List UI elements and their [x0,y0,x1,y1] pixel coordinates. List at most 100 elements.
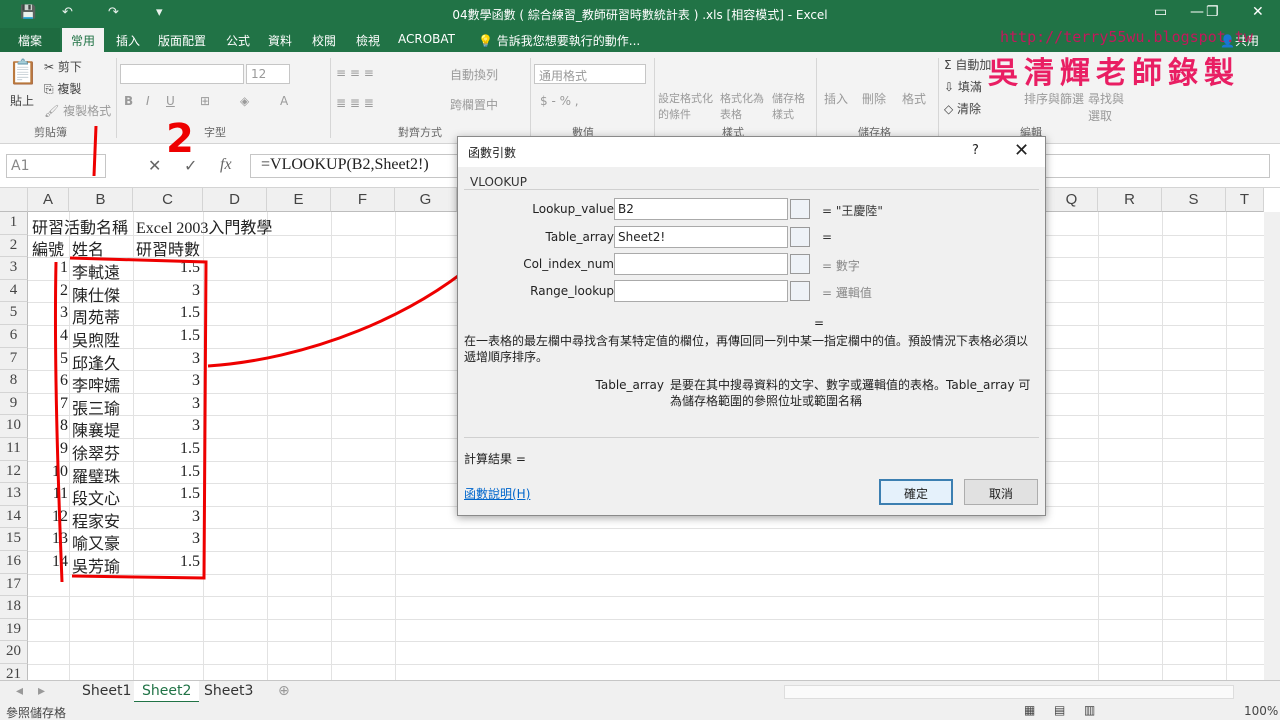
cell-hours[interactable]: 1.5 [133,304,200,322]
function-help-link[interactable]: 函數說明(H) [464,485,530,502]
tab-review[interactable]: 校閱 [312,32,336,49]
cancel-button[interactable]: 取消 [964,479,1038,505]
cell-name[interactable]: 吳芳瑜 [72,553,132,577]
cell-number[interactable]: 1 [28,259,68,277]
font-size-combo[interactable]: 12 [246,64,290,84]
column-header[interactable]: T [1226,188,1264,212]
cell-name[interactable]: 陳仕傑 [72,282,132,306]
cell-name[interactable]: 徐翠芬 [72,440,132,464]
italic-button[interactable]: I [146,94,150,108]
row-header[interactable]: 6 [0,325,28,348]
column-header[interactable]: A [28,188,69,212]
cell-hours[interactable]: 3 [133,530,200,548]
cell-number[interactable]: 12 [28,508,68,526]
range-lookup-input[interactable] [614,280,788,302]
format-cells-button[interactable]: 格式 [902,90,926,107]
column-header[interactable]: B [69,188,133,212]
insert-cells-button[interactable]: 插入 [824,90,848,107]
column-header[interactable]: E [267,188,331,212]
collapse-dialog-icon[interactable] [790,227,810,247]
cell-number[interactable]: 13 [28,530,68,548]
cell-hours[interactable]: 3 [133,282,200,300]
font-color-icon[interactable]: A [280,94,288,108]
column-header[interactable]: D [203,188,267,212]
copy-button[interactable]: ⎘ 複製 [44,80,81,97]
cell-number[interactable]: 2 [28,282,68,300]
cell-name[interactable]: 程家安 [72,508,132,532]
cell-hours[interactable]: 1.5 [133,259,200,277]
column-header[interactable]: Q [1046,188,1098,212]
wrap-text-button[interactable]: 自動換列 [450,66,498,83]
cell-styles-button[interactable]: 儲存格樣式 [772,90,812,122]
cell-number[interactable]: 8 [28,417,68,435]
cell-hours[interactable]: 1.5 [133,553,200,571]
cut-button[interactable]: ✂ 剪下 [44,58,82,75]
page-layout-view-icon[interactable]: ▤ [1054,703,1065,717]
underline-button[interactable]: U [166,94,175,108]
cell-name[interactable]: 段文心 [72,485,132,509]
cell-a2[interactable]: 編號 [32,236,64,260]
row-header[interactable]: 16 [0,551,28,574]
page-break-view-icon[interactable]: ▥ [1084,703,1095,717]
row-header[interactable]: 11 [0,438,28,461]
cell-name[interactable]: 喻又豪 [72,530,132,554]
border-icon[interactable]: ⊞ [200,94,210,108]
cell-number[interactable]: 3 [28,304,68,322]
row-header[interactable]: 20 [0,641,28,664]
cell-name[interactable]: 羅璧珠 [72,463,132,487]
row-header[interactable]: 2 [0,234,28,258]
help-icon[interactable]: ? [972,143,979,158]
column-header[interactable]: S [1162,188,1226,212]
cell-number[interactable]: 6 [28,372,68,390]
horizontal-scrollbar[interactable] [784,685,1234,699]
currency-percent-icons[interactable]: $ - % , [540,94,579,108]
cell-name[interactable]: 李哰嬬 [72,372,132,396]
find-select-button[interactable]: 尋找與選取 [1088,90,1128,124]
cell-hours[interactable]: 1.5 [133,463,200,481]
tab-home[interactable]: 常用 [62,28,104,52]
cell-number[interactable]: 7 [28,395,68,413]
clear-button[interactable]: ◇ 清除 [944,100,981,117]
cell-name[interactable]: 周苑蒂 [72,304,132,328]
cell-a1[interactable]: 研習活動名稱 [32,214,128,238]
tab-file[interactable]: 檔案 [0,28,60,52]
cell-hours[interactable]: 3 [133,350,200,368]
row-header[interactable]: 19 [0,618,28,642]
format-as-table-button[interactable]: 格式化為表格 [720,90,774,122]
row-header[interactable]: 8 [0,370,28,393]
tab-sheet1[interactable]: Sheet1 [74,681,139,703]
cell-hours[interactable]: 3 [133,417,200,435]
row-header[interactable]: 15 [0,528,28,551]
autosum-button[interactable]: Σ 自動加 [944,56,991,73]
tab-sheet3[interactable]: Sheet3 [196,681,261,703]
table-array-input[interactable]: Sheet2! [614,226,788,248]
column-header[interactable]: G [395,188,457,212]
row-header[interactable]: 9 [0,392,28,416]
cell-number[interactable]: 4 [28,327,68,345]
maximize-button[interactable]: ❐ [1206,4,1219,20]
next-sheet-icon[interactable]: ▸ [30,681,53,703]
vertical-scrollbar[interactable] [1264,212,1280,680]
row-header[interactable]: 14 [0,505,28,529]
cell-hours[interactable]: 3 [133,395,200,413]
collapse-dialog-icon[interactable] [790,199,810,219]
cell-hours[interactable]: 3 [133,508,200,526]
cell-name[interactable]: 陳襄堤 [72,417,132,441]
row-header[interactable]: 1 [0,212,28,235]
tab-data[interactable]: 資料 [268,32,292,49]
delete-cells-button[interactable]: 刪除 [862,90,886,107]
column-header[interactable]: C [133,188,203,212]
tab-acrobat[interactable]: ACROBAT [398,32,455,46]
zoom-level[interactable]: 100% [1244,704,1278,718]
cell-name[interactable]: 吳煦陞 [72,327,132,351]
cell-c2[interactable]: 研習時數 [136,236,200,260]
ok-button[interactable]: 確定 [879,479,953,505]
cell-number[interactable]: 10 [28,463,68,481]
cancel-icon[interactable]: ✕ [148,156,161,175]
collapse-dialog-icon[interactable] [790,281,810,301]
col-index-num-input[interactable] [614,253,788,275]
select-all-corner[interactable] [0,188,28,212]
font-name-combo[interactable] [120,64,244,84]
paste-button[interactable]: 貼上 [10,92,34,109]
tab-formulas[interactable]: 公式 [226,32,250,49]
